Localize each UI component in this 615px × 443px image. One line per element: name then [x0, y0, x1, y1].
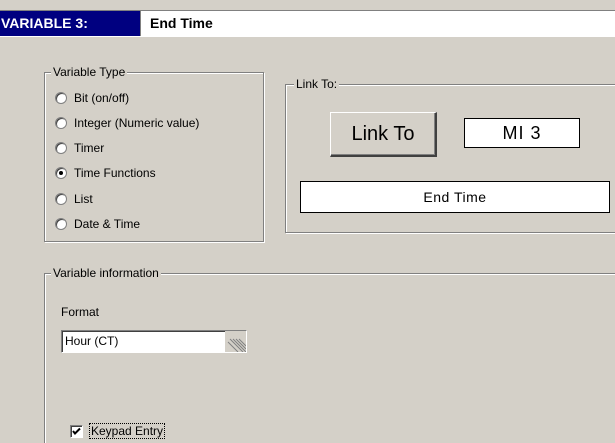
radio-bit-label: Bit (on/off): [74, 91, 130, 105]
link-to-button[interactable]: Link To: [330, 112, 437, 157]
format-label: Format: [61, 305, 100, 319]
radio-bit-button[interactable]: [55, 92, 67, 104]
link-to-legend: Link To:: [294, 77, 340, 91]
linked-address-display: MI 3: [464, 118, 580, 148]
radio-time-functions-button[interactable]: [55, 167, 67, 179]
radio-date-time[interactable]: Date & Time: [55, 215, 140, 233]
variable-information-legend: Variable information: [51, 266, 161, 280]
format-dropdown[interactable]: Hour (CT): [61, 330, 247, 353]
radio-list-label: List: [74, 192, 93, 206]
variable-information-group: Variable information Format Hour (CT) Ke…: [44, 266, 615, 443]
variable-number-label: VARIABLE 3:: [0, 11, 140, 36]
radio-timer-button[interactable]: [55, 142, 67, 154]
linked-description-display: End Time: [300, 181, 610, 213]
radio-integer-button[interactable]: [55, 117, 67, 129]
radio-bit[interactable]: Bit (on/off): [55, 89, 129, 107]
radio-list[interactable]: List: [55, 190, 93, 208]
radio-date-time-label: Date & Time: [74, 217, 141, 231]
keypad-entry-option[interactable]: Keypad Entry: [70, 423, 166, 439]
radio-integer[interactable]: Integer (Numeric value): [55, 114, 199, 132]
radio-time-functions-label: Time Functions: [74, 166, 156, 180]
checkmark-icon: [72, 427, 81, 435]
radio-date-time-button[interactable]: [55, 218, 67, 230]
variable-type-group: Variable Type Bit (on/off) Integer (Nume…: [44, 65, 264, 242]
variable-type-legend: Variable Type: [51, 65, 128, 79]
format-selected-value: Hour (CT): [65, 334, 119, 348]
keypad-entry-checkbox[interactable]: [70, 424, 83, 438]
header-divider-bottom: [0, 36, 615, 37]
radio-integer-label: Integer (Numeric value): [74, 116, 200, 130]
radio-timer[interactable]: Timer: [55, 139, 104, 157]
keypad-entry-label: Keypad Entry: [88, 423, 166, 439]
variable-name-display: End Time: [140, 11, 615, 36]
radio-timer-label: Timer: [74, 141, 105, 155]
link-to-group: Link To: Link To MI 3 End Time: [285, 77, 615, 233]
radio-time-functions[interactable]: Time Functions: [55, 164, 156, 182]
variable-header: VARIABLE 3: End Time: [0, 0, 615, 37]
radio-list-button[interactable]: [55, 193, 67, 205]
dropdown-hatch-icon[interactable]: [225, 331, 246, 352]
